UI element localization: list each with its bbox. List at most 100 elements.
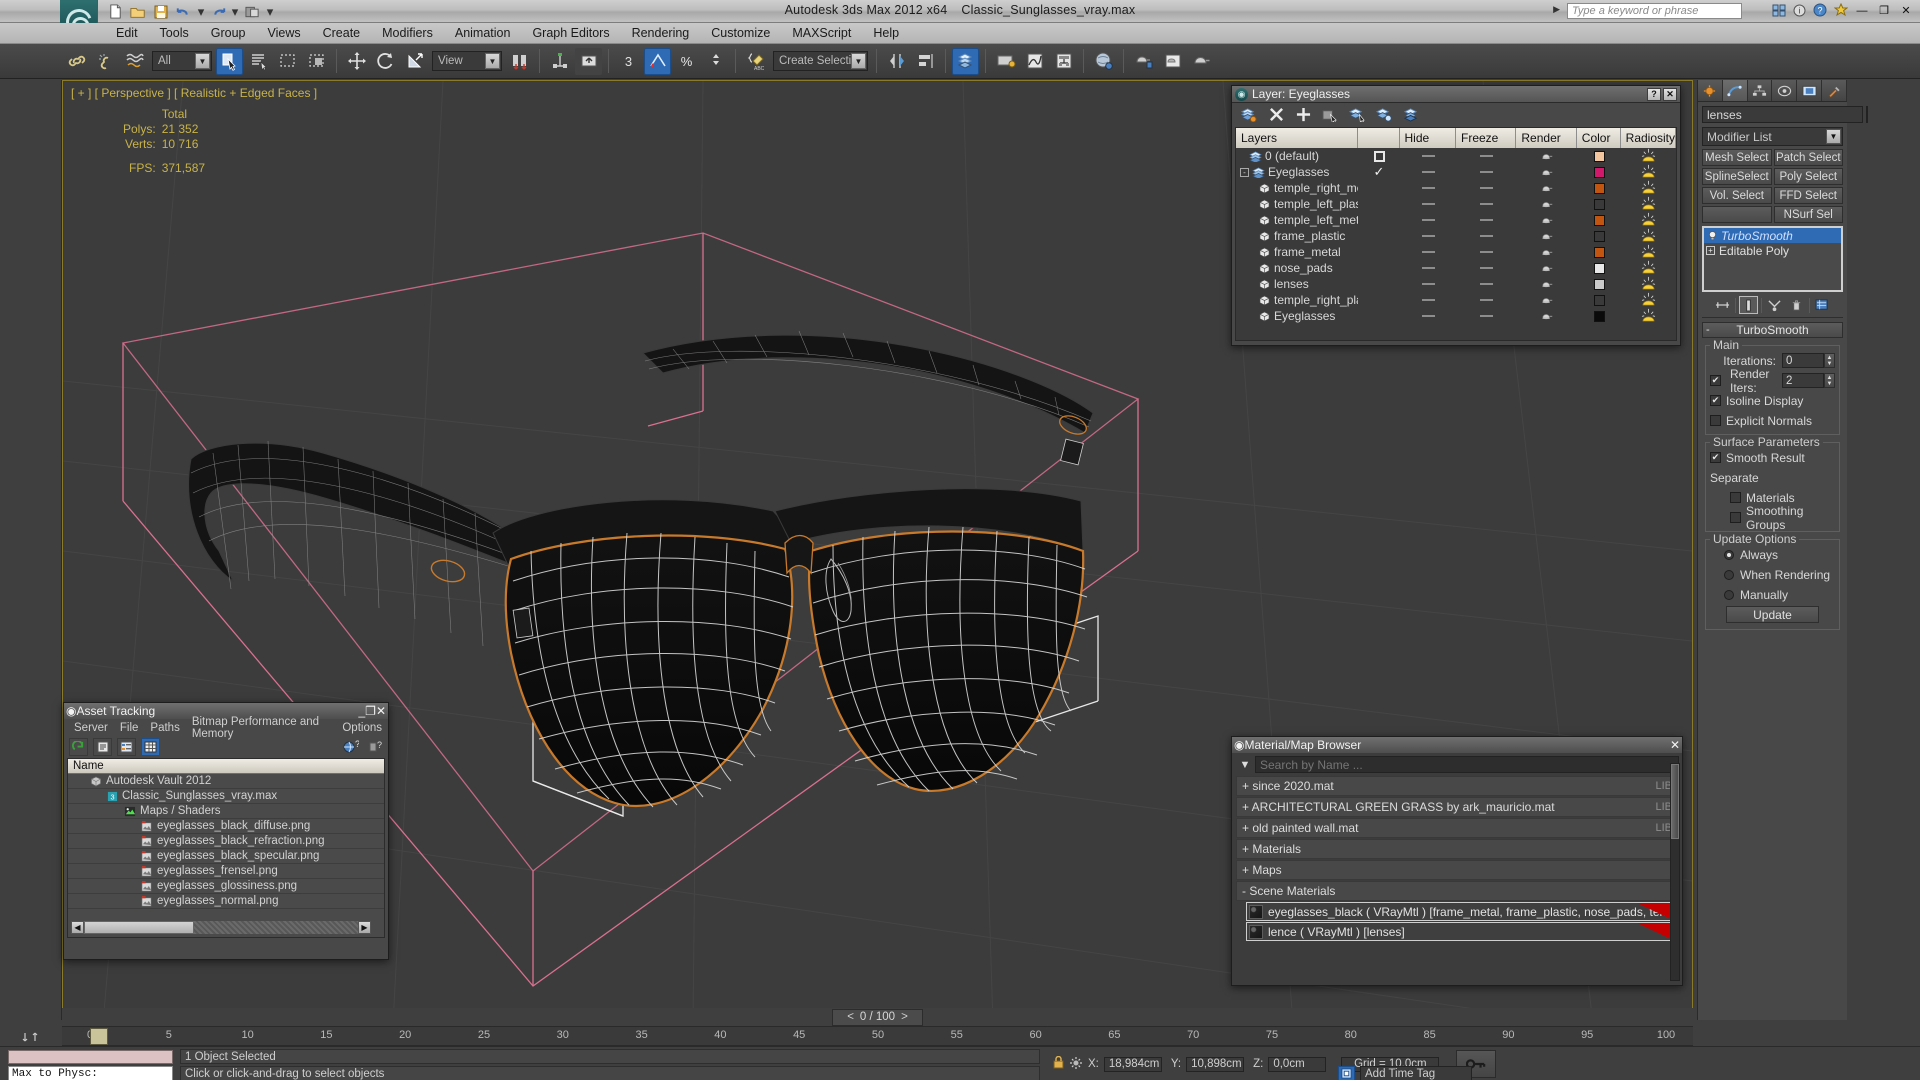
toggle-dash-icon[interactable] (1422, 251, 1435, 253)
z-coordinate-value[interactable]: 0,0cm (1268, 1057, 1326, 1072)
toggle-dash-icon[interactable] (1480, 219, 1493, 221)
layer-color-cell[interactable] (1578, 180, 1622, 196)
time-slider-handle[interactable] (90, 1028, 108, 1045)
radiosity-icon[interactable] (1641, 164, 1656, 181)
curve-editor-icon[interactable] (1021, 48, 1048, 75)
radiosity-icon[interactable] (1641, 276, 1656, 293)
layer-hide-cell[interactable] (1400, 308, 1457, 324)
asset-row[interactable]: eyeglasses_black_diffuse.png (68, 819, 384, 834)
layer-column-render[interactable]: Render (1516, 128, 1576, 148)
help-icon[interactable]: ? (365, 738, 384, 756)
renderable-teapot-icon[interactable] (1540, 197, 1554, 211)
layer-row[interactable]: Eyeglasses (1236, 308, 1676, 324)
layer-current-cell[interactable] (1358, 276, 1400, 292)
rollout-header[interactable]: - TurboSmooth (1702, 322, 1843, 338)
layer-color-swatch[interactable] (1594, 231, 1605, 242)
help-globe-icon[interactable]: ? (341, 738, 360, 756)
layer-row[interactable]: temple_right_pla (1236, 292, 1676, 308)
schematic-view-icon[interactable] (1050, 48, 1077, 75)
renderable-teapot-icon[interactable] (1540, 309, 1554, 323)
toggle-dash-icon[interactable] (1422, 219, 1435, 221)
radiosity-icon[interactable] (1641, 308, 1656, 325)
layer-row[interactable]: -Eyeglasses✓ (1236, 164, 1676, 180)
radiosity-icon[interactable] (1641, 148, 1656, 165)
scroll-right-icon[interactable]: ▶ (358, 921, 371, 934)
layer-name-cell[interactable]: temple_right_me (1236, 181, 1358, 195)
layer-freeze-cell[interactable] (1457, 180, 1517, 196)
time-slider-frame-box[interactable]: <0 / 100> (62, 1008, 1693, 1026)
layer-freeze-cell[interactable] (1457, 196, 1517, 212)
asset-horizontal-scrollbar[interactable]: ◀ ▶ (71, 921, 371, 934)
modifier-button-ffd-select[interactable]: FFD Select (1774, 187, 1844, 204)
minimize-button[interactable]: _ (358, 704, 365, 718)
layer-color-cell[interactable] (1578, 308, 1622, 324)
rendered-frame-window-icon[interactable] (1159, 48, 1186, 75)
layer-hide-cell[interactable] (1400, 228, 1457, 244)
close-button[interactable]: ✕ (1670, 738, 1680, 752)
spinner-arrows-icon[interactable]: ▲▼ (1824, 373, 1835, 388)
layer-radiosity-cell[interactable] (1621, 308, 1676, 324)
layer-color-swatch[interactable] (1594, 151, 1605, 162)
separate-materials-checkbox[interactable] (1730, 492, 1741, 503)
modifier-button-vol-select[interactable]: Vol. Select (1702, 187, 1772, 204)
window-crossing-icon[interactable] (303, 48, 330, 75)
asset-list-grid[interactable]: Name Autodesk Vault 20123Classic_Sunglas… (67, 758, 385, 938)
material-group-row[interactable]: - Scene Materials (1236, 881, 1678, 901)
keyboard-shortcut-override-icon[interactable] (575, 48, 602, 75)
radiosity-icon[interactable] (1641, 260, 1656, 277)
renderable-teapot-icon[interactable] (1540, 149, 1554, 163)
layer-color-cell[interactable] (1577, 164, 1621, 180)
toggle-dash-icon[interactable] (1480, 299, 1493, 301)
object-name-input[interactable] (1702, 106, 1863, 123)
layer-row[interactable]: temple_left_met. (1236, 212, 1676, 228)
minimize-button[interactable]: — (1852, 3, 1872, 18)
layer-freeze-cell[interactable] (1457, 148, 1517, 164)
selection-filter-combo[interactable]: All ▼ (152, 51, 212, 71)
highlight-selected-objects-icon[interactable] (1375, 106, 1393, 124)
pin-stack-icon[interactable] (1713, 296, 1732, 314)
layer-dialog-titlebar[interactable]: ◉ Layer: Eyeglasses ? ✕ (1232, 86, 1680, 103)
menu-item-views[interactable]: Views (256, 24, 311, 42)
renderable-teapot-icon[interactable] (1540, 277, 1554, 291)
update-always-radio[interactable] (1724, 550, 1734, 560)
layer-row[interactable]: 0 (default) (1236, 148, 1676, 164)
menu-item-group[interactable]: Group (200, 24, 257, 42)
add-time-tag-label[interactable]: Add Time Tag (1360, 1066, 1472, 1080)
toggle-dash-icon[interactable] (1480, 171, 1493, 173)
utilities-tab-icon[interactable] (1822, 80, 1847, 101)
layer-name-cell[interactable]: frame_plastic (1236, 229, 1358, 243)
toggle-dash-icon[interactable] (1480, 251, 1493, 253)
select-and-link-icon[interactable] (63, 48, 90, 75)
render-iters-checkbox[interactable]: ✔ (1710, 375, 1721, 386)
detail-view-icon[interactable] (117, 738, 136, 756)
toggle-dash-icon[interactable] (1422, 187, 1435, 189)
show-end-result-icon[interactable] (1739, 296, 1758, 314)
material-search-input[interactable] (1255, 756, 1679, 773)
lightbulb-icon[interactable] (1706, 230, 1718, 242)
help-icon[interactable]: ? (1813, 3, 1827, 20)
spinner-arrows-icon[interactable]: ▲▼ (1824, 353, 1835, 368)
toggle-dash-icon[interactable] (1422, 203, 1435, 205)
update-manually-radio[interactable] (1724, 590, 1734, 600)
layer-current-cell[interactable] (1358, 292, 1400, 308)
layer-current-cell[interactable] (1358, 308, 1400, 324)
asset-row[interactable]: 3Classic_Sunglasses_vray.max (68, 789, 384, 804)
time-slider-track[interactable]: 0510152025303540455055606570758085909510… (62, 1026, 1693, 1046)
modifier-stack[interactable]: TurboSmooth+Editable Poly (1702, 226, 1843, 292)
update-when-rendering-radio[interactable] (1724, 570, 1734, 580)
explicit-normals-row[interactable]: Explicit Normals (1710, 412, 1835, 429)
menu-item-graph-editors[interactable]: Graph Editors (521, 24, 620, 42)
asset-menu-server[interactable]: Server (68, 721, 114, 735)
menu-item-rendering[interactable]: Rendering (621, 24, 701, 42)
layer-hide-cell[interactable] (1400, 292, 1457, 308)
material-editor-icon[interactable] (1090, 48, 1117, 75)
layer-render-cell[interactable] (1517, 228, 1577, 244)
menu-item-tools[interactable]: Tools (149, 24, 200, 42)
layer-name-cell[interactable]: temple_left_plas (1236, 197, 1358, 211)
update-button[interactable]: Update (1726, 606, 1819, 623)
star-icon[interactable] (1834, 3, 1848, 20)
menu-item-animation[interactable]: Animation (444, 24, 522, 42)
layer-column-hide[interactable]: Hide (1400, 128, 1457, 148)
layer-name-cell[interactable]: 0 (default) (1236, 149, 1358, 163)
toggle-dash-icon[interactable] (1422, 235, 1435, 237)
